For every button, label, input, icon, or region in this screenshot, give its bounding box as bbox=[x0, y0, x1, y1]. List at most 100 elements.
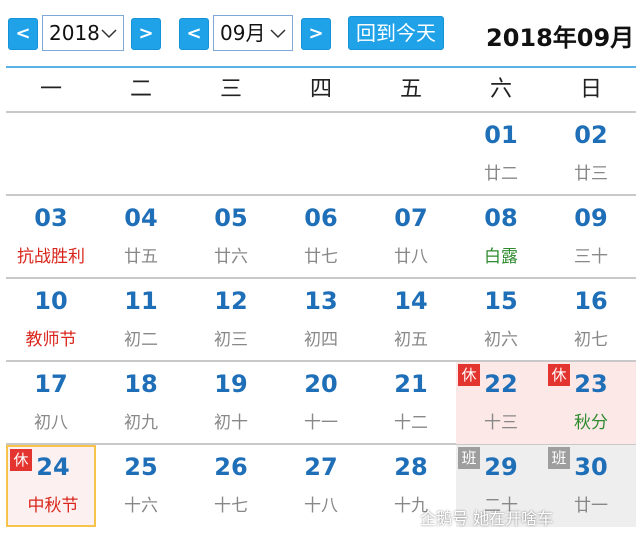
day-cell[interactable]: 04 廿五 bbox=[96, 196, 186, 278]
day-cell[interactable]: 12 初三 bbox=[186, 279, 276, 361]
day-cell[interactable]: 19 初十 bbox=[186, 362, 276, 444]
lunar-label: 初九 bbox=[124, 413, 158, 433]
day-number: 25 bbox=[124, 453, 158, 481]
day-cell[interactable]: 15 初六 bbox=[456, 279, 546, 361]
lunar-label: 廿三 bbox=[574, 164, 608, 184]
day-cell[interactable]: 18 初九 bbox=[96, 362, 186, 444]
day-cell[interactable]: 休 22 十三 bbox=[456, 362, 546, 444]
day-number: 26 bbox=[214, 453, 248, 481]
lunar-label: 初十 bbox=[214, 413, 248, 433]
next-month-button[interactable]: > bbox=[301, 18, 331, 50]
watermark-text: 企鹅号 她在开啥车 bbox=[420, 509, 554, 528]
day-cell[interactable]: 17 初八 bbox=[6, 362, 96, 444]
lunar-label: 初三 bbox=[214, 330, 248, 350]
year-select-value: 2018 bbox=[49, 21, 100, 45]
lunar-label: 初七 bbox=[574, 330, 608, 350]
day-number: 20 bbox=[304, 370, 338, 398]
day-number: 09 bbox=[574, 204, 608, 232]
day-number: 10 bbox=[34, 287, 68, 315]
day-cell[interactable]: 14 初五 bbox=[366, 279, 456, 361]
lunar-label: 廿八 bbox=[394, 247, 428, 267]
day-number: 01 bbox=[484, 121, 518, 149]
lunar-label: 廿五 bbox=[124, 247, 158, 267]
day-cell[interactable]: 05 廿六 bbox=[186, 196, 276, 278]
weekday-fri: 五 bbox=[399, 77, 422, 102]
day-cell[interactable]: 20 十一 bbox=[276, 362, 366, 444]
weekday-sat: 六 bbox=[489, 77, 512, 102]
day-number: 14 bbox=[394, 287, 428, 315]
lunar-label: 中秋节 bbox=[27, 496, 79, 516]
day-cell[interactable]: 03 抗战胜利 bbox=[6, 196, 96, 278]
month-select-value: 09月 bbox=[220, 21, 266, 45]
lunar-label: 白露 bbox=[484, 247, 518, 267]
day-cell[interactable]: 21 十二 bbox=[366, 362, 456, 444]
lunar-label: 抗战胜利 bbox=[17, 247, 85, 267]
day-number: 12 bbox=[214, 287, 248, 315]
day-number: 27 bbox=[304, 453, 338, 481]
day-number: 18 bbox=[124, 370, 158, 398]
chevron-down-icon bbox=[101, 29, 117, 39]
day-cell[interactable]: 07 廿八 bbox=[366, 196, 456, 278]
lunar-label: 十八 bbox=[304, 496, 338, 516]
day-number: 03 bbox=[34, 204, 68, 232]
day-cell[interactable]: 13 初四 bbox=[276, 279, 366, 361]
back-to-today-button[interactable]: 回到今天 bbox=[348, 16, 444, 50]
lunar-label: 初六 bbox=[484, 330, 518, 350]
day-cell[interactable]: 休 24 中秋节 bbox=[6, 445, 96, 527]
day-number: 13 bbox=[304, 287, 338, 315]
weekday-mon: 一 bbox=[39, 77, 62, 102]
day-cell[interactable]: 09 三十 bbox=[546, 196, 636, 278]
lunar-label: 教师节 bbox=[25, 330, 77, 350]
lunar-label: 廿一 bbox=[574, 496, 608, 516]
weekday-sun: 日 bbox=[579, 77, 602, 102]
month-select[interactable]: 09月 bbox=[213, 15, 293, 51]
day-cell[interactable]: 27 十八 bbox=[276, 445, 366, 527]
day-cell[interactable]: 02 廿三 bbox=[546, 113, 636, 195]
lunar-label: 廿二 bbox=[484, 164, 518, 184]
day-number: 23 bbox=[574, 370, 608, 398]
prev-year-button[interactable]: < bbox=[8, 18, 38, 50]
day-cell[interactable]: 休 23 秋分 bbox=[546, 362, 636, 444]
day-number: 08 bbox=[484, 204, 518, 232]
day-number: 16 bbox=[574, 287, 608, 315]
calendar-toolbar: < 2018 > < 09月 > 回到今天 2018年09月 bbox=[0, 0, 639, 66]
day-cell[interactable]: 11 初二 bbox=[96, 279, 186, 361]
day-number: 30 bbox=[574, 453, 608, 481]
day-cell[interactable]: 10 教师节 bbox=[6, 279, 96, 361]
day-cell[interactable]: 08 白露 bbox=[456, 196, 546, 278]
lunar-label: 初二 bbox=[124, 330, 158, 350]
lunar-label: 十三 bbox=[484, 413, 518, 433]
weekday-wed: 三 bbox=[219, 77, 242, 102]
day-number: 05 bbox=[214, 204, 248, 232]
day-cell[interactable]: 26 十七 bbox=[186, 445, 276, 527]
chevron-down-icon bbox=[270, 29, 286, 39]
day-number: 07 bbox=[394, 204, 428, 232]
lunar-label: 初五 bbox=[394, 330, 428, 350]
next-year-button[interactable]: > bbox=[131, 18, 161, 50]
lunar-label: 十二 bbox=[394, 413, 428, 433]
day-number: 28 bbox=[394, 453, 428, 481]
lunar-label: 廿七 bbox=[304, 247, 338, 267]
day-number: 02 bbox=[574, 121, 608, 149]
day-cell[interactable]: 25 十六 bbox=[96, 445, 186, 527]
year-select[interactable]: 2018 bbox=[42, 15, 124, 51]
day-number: 06 bbox=[304, 204, 338, 232]
day-cell[interactable]: 06 廿七 bbox=[276, 196, 366, 278]
day-number: 17 bbox=[34, 370, 68, 398]
lunar-label: 秋分 bbox=[574, 413, 608, 433]
lunar-label: 十七 bbox=[214, 496, 248, 516]
day-number: 11 bbox=[124, 287, 158, 315]
day-number: 22 bbox=[484, 370, 518, 398]
day-number: 19 bbox=[214, 370, 248, 398]
day-cell[interactable]: 16 初七 bbox=[546, 279, 636, 361]
day-number: 21 bbox=[394, 370, 428, 398]
day-cell[interactable]: 班 30 廿一 bbox=[546, 445, 636, 527]
weekday-thu: 四 bbox=[309, 77, 332, 102]
day-number: 15 bbox=[484, 287, 518, 315]
prev-month-button[interactable]: < bbox=[179, 18, 209, 50]
day-number: 24 bbox=[36, 453, 70, 481]
day-cell[interactable]: 01 廿二 bbox=[456, 113, 546, 195]
lunar-label: 十一 bbox=[304, 413, 338, 433]
day-number: 29 bbox=[484, 453, 518, 481]
lunar-label: 初八 bbox=[34, 413, 68, 433]
